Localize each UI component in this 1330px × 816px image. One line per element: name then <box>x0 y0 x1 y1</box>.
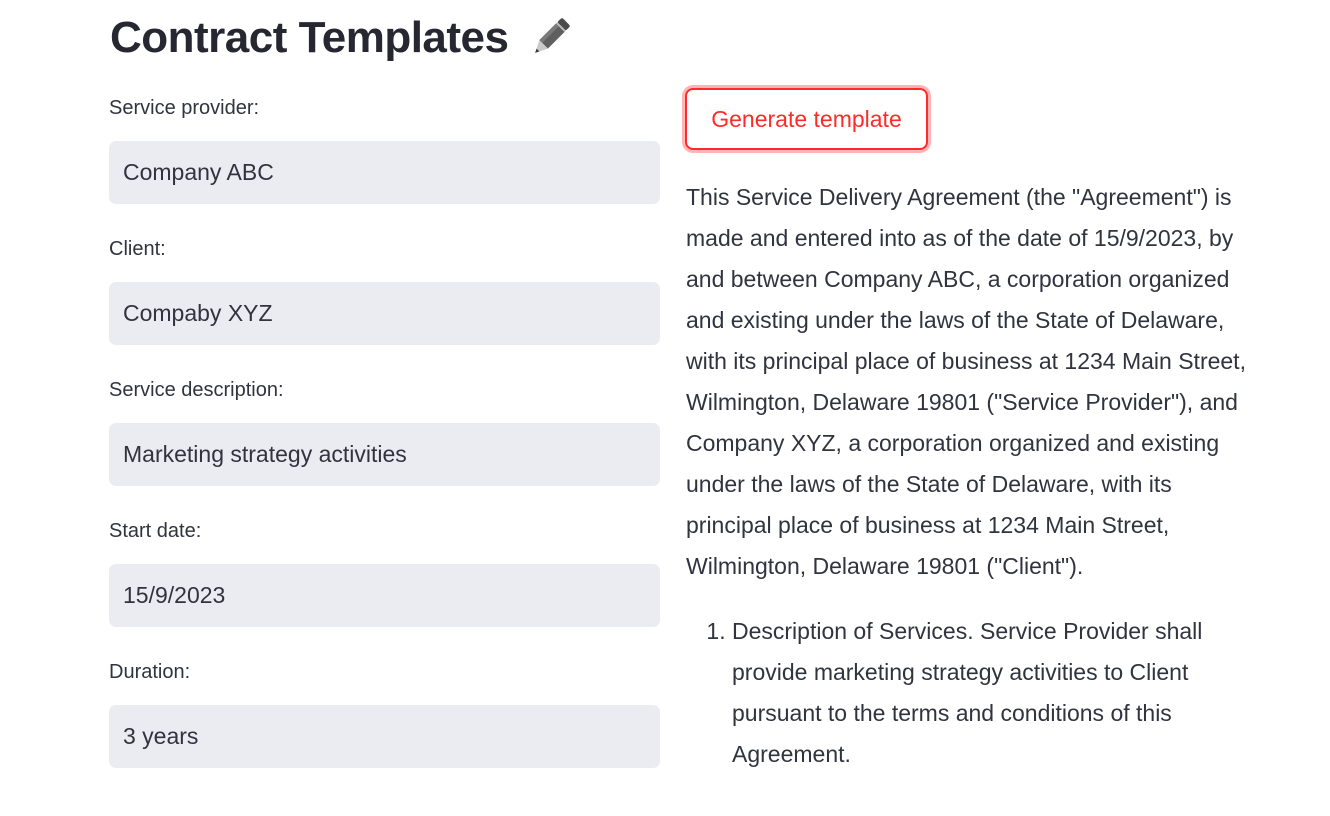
page-title: Contract Templates <box>110 10 575 66</box>
service-provider-label: Service provider: <box>109 97 260 119</box>
start-date-label: Start date: <box>109 520 202 542</box>
service-description-field: Service description: <box>109 378 660 486</box>
agreement-intro-text: This Service Delivery Agreement (the "Ag… <box>686 184 1246 579</box>
duration-label: Duration: <box>109 661 191 683</box>
agreement-clauses-list: Description of Services. Service Provide… <box>686 611 1246 775</box>
generate-template-button[interactable]: Generate template <box>685 88 928 150</box>
client-label: Client: <box>109 238 166 260</box>
output-panel: Generate template This Service Delivery … <box>685 88 1246 775</box>
start-date-field: Start date: <box>109 519 660 627</box>
client-input[interactable] <box>109 282 660 345</box>
pencil-icon <box>525 13 575 63</box>
service-provider-input[interactable] <box>109 141 660 204</box>
service-provider-field: Service provider: <box>109 96 660 204</box>
page-title-text: Contract Templates <box>110 13 509 62</box>
list-item: Description of Services. Service Provide… <box>732 611 1246 775</box>
contract-form: Service provider: Client: Service descri… <box>109 96 660 768</box>
duration-input[interactable] <box>109 705 660 768</box>
start-date-input[interactable] <box>109 564 660 627</box>
client-field: Client: <box>109 237 660 345</box>
service-description-input[interactable] <box>109 423 660 486</box>
service-description-label: Service description: <box>109 379 284 401</box>
duration-field: Duration: <box>109 660 660 768</box>
